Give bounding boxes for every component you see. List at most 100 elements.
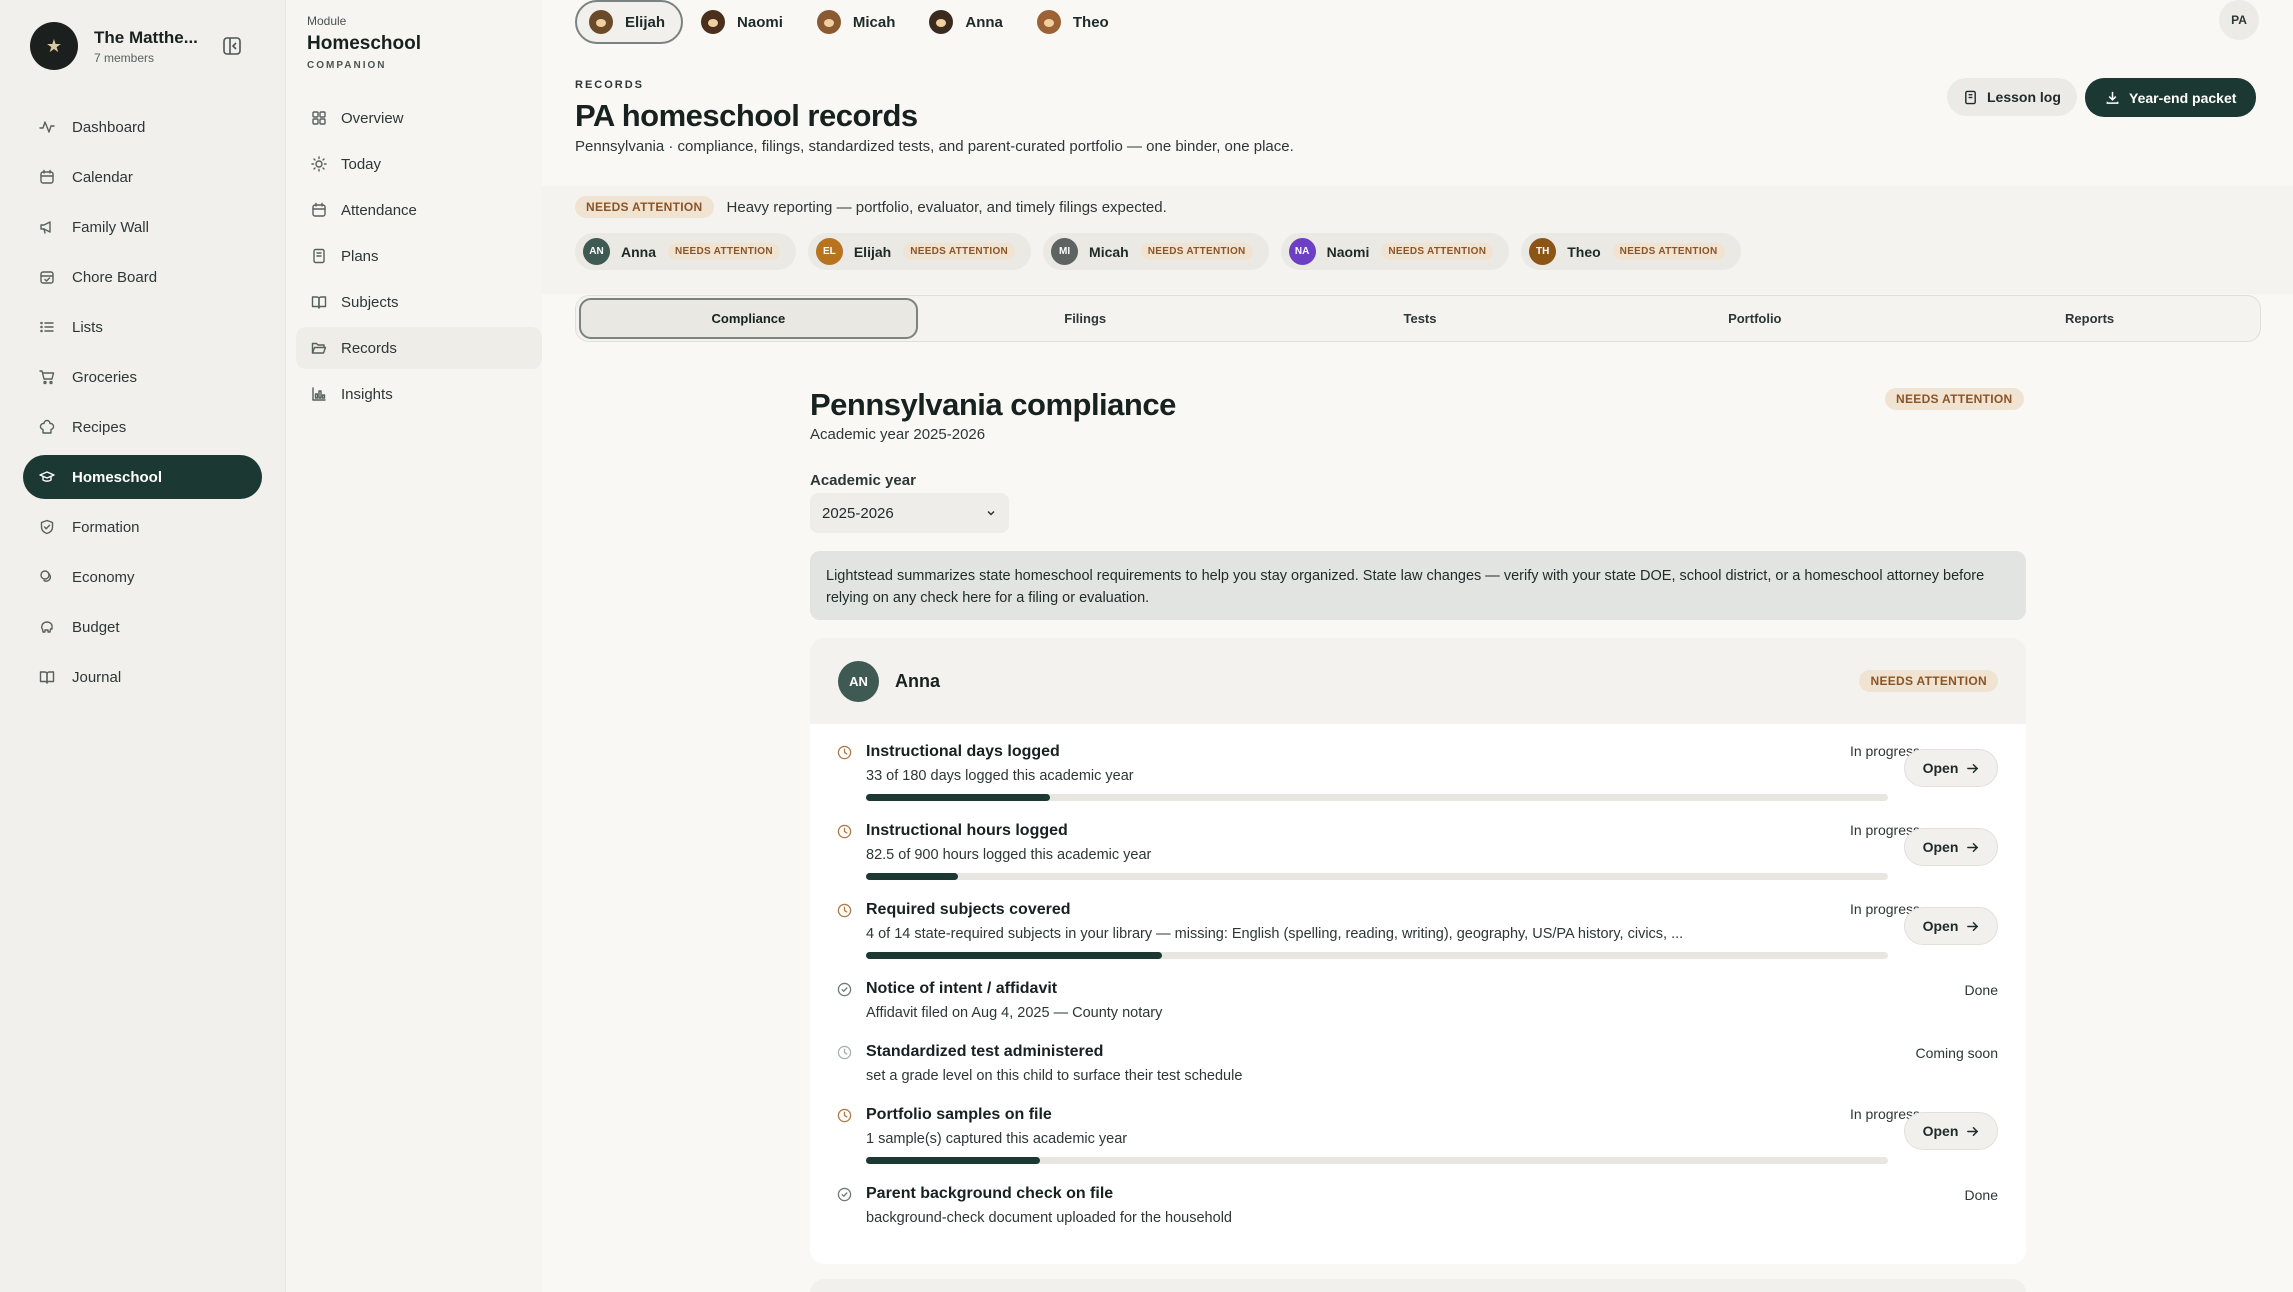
compliance-subtitle: Academic year 2025-2026 <box>810 426 986 443</box>
sidebar-item-label: Calendar <box>72 168 133 186</box>
requirement-description: 4 of 14 state-required subjects in your … <box>866 926 1684 942</box>
module-item-label: Insights <box>341 385 393 403</box>
bar-chart-icon <box>312 387 326 401</box>
requirement-description: 33 of 180 days logged this academic year <box>866 768 1134 784</box>
open-requirement-button[interactable]: Open <box>1904 828 1998 866</box>
child-tab-anna[interactable]: Anna <box>917 0 1019 44</box>
sidebar-item-homeschool[interactable]: Homeschool <box>23 455 262 499</box>
open-requirement-button[interactable]: Open <box>1904 1112 1998 1150</box>
sidebar-item-formation[interactable]: Formation <box>23 505 262 549</box>
module-item-label: Plans <box>341 247 379 265</box>
child-status-chip-micah[interactable]: MI Micah NEEDS ATTENTION <box>1043 233 1269 270</box>
child-status-chip-naomi[interactable]: NA Naomi NEEDS ATTENTION <box>1280 233 1510 270</box>
state-status-badge: NEEDS ATTENTION <box>575 196 714 218</box>
requirement-state: Coming soon <box>1915 1045 1999 1061</box>
sidebar-item-economy[interactable]: Economy <box>23 555 262 599</box>
requirement-progress-fill <box>866 873 958 880</box>
module-nav: Overview Today Attendance Plans Subjects Reco… <box>296 97 542 419</box>
requirement-state: Done <box>1964 1187 1998 1203</box>
open-label: Open <box>1922 839 1959 855</box>
child-status-chip-elijah[interactable]: EL Elijah NEEDS ATTENTION <box>807 233 1032 270</box>
requirement-description: set a grade level on this child to surfa… <box>866 1068 1243 1084</box>
arrow-right-icon <box>1967 921 1979 931</box>
module-item-label: Attendance <box>341 201 417 219</box>
module-item-attendance[interactable]: Attendance <box>296 189 542 231</box>
chef-hat-icon <box>39 419 55 434</box>
tab-filings[interactable]: Filings <box>918 298 1253 339</box>
sidebar-item-label: Budget <box>72 618 120 636</box>
open-requirement-button[interactable]: Open <box>1904 749 1998 787</box>
tab-portfolio[interactable]: Portfolio <box>1587 298 1922 339</box>
sidebar-item-dashboard[interactable]: Dashboard <box>23 105 262 149</box>
open-label: Open <box>1922 1123 1959 1139</box>
open-label: Open <box>1922 918 1959 934</box>
activity-icon <box>39 121 55 133</box>
sidebar-item-label: Chore Board <box>72 268 158 286</box>
requirement-state: Done <box>1964 982 1998 998</box>
child-initials: TH <box>1529 238 1557 265</box>
state-status-text: Heavy reporting — portfolio, evaluator, … <box>726 198 1167 216</box>
child-avatar-icon <box>816 10 841 34</box>
child-avatar-icon <box>701 10 726 34</box>
child-status-badge: NEEDS ATTENTION <box>1140 243 1253 260</box>
household-logo: ★ <box>30 22 78 70</box>
sun-icon <box>311 156 327 172</box>
year-end-packet-button[interactable]: Year-end packet <box>2085 78 2257 117</box>
sidebar-item-calendar[interactable]: Calendar <box>23 155 262 199</box>
child-tab-label: Theo <box>1072 13 1109 31</box>
child-tab-theo[interactable]: Theo <box>1025 0 1125 44</box>
page-title: PA homeschool records <box>575 98 918 133</box>
module-item-subjects[interactable]: Subjects <box>296 281 542 323</box>
page-subtitle: Pennsylvania · compliance, filings, stan… <box>575 138 1294 155</box>
requirement-progress-bar <box>866 873 1888 880</box>
module-item-today[interactable]: Today <box>296 143 542 185</box>
check-circle-icon <box>837 1187 852 1202</box>
child-tab-micah[interactable]: Micah <box>805 0 912 44</box>
sidebar-item-journal[interactable]: Journal <box>23 655 262 699</box>
module-sidebar: Module Homeschool COMPANION Overview Toda… <box>287 0 542 1292</box>
child-tab-elijah[interactable]: Elijah <box>575 0 684 44</box>
tab-compliance[interactable]: Compliance <box>579 298 918 339</box>
open-requirement-button[interactable]: Open <box>1904 907 1998 945</box>
requirement-title: Parent background check on file <box>866 1185 1114 1202</box>
child-status-chip-theo[interactable]: TH Theo NEEDS ATTENTION <box>1521 233 1741 270</box>
main-sidebar: ★ The Matthe... 7 members Dashboard Calen… <box>0 0 286 1292</box>
open-label: Open <box>1922 760 1959 776</box>
household-switcher[interactable]: ★ The Matthe... 7 members <box>30 22 202 70</box>
sidebar-item-label: Journal <box>72 668 122 686</box>
tab-tests[interactable]: Tests <box>1253 298 1588 339</box>
child-tab-naomi[interactable]: Naomi <box>689 0 799 44</box>
module-item-records[interactable]: Records <box>296 327 542 369</box>
sidebar-item-groceries[interactable]: Groceries <box>23 355 262 399</box>
sidebar-item-lists[interactable]: Lists <box>23 305 262 349</box>
sidebar-item-chore-board[interactable]: Chore Board <box>23 255 262 299</box>
module-item-plans[interactable]: Plans <box>296 235 542 277</box>
module-tag: COMPANION <box>307 60 387 71</box>
requirement-progress-bar <box>866 952 1888 959</box>
clock-icon <box>837 824 852 839</box>
sidebar-item-family-wall[interactable]: Family Wall <box>23 205 262 249</box>
sidebar-item-budget[interactable]: Budget <box>23 605 262 649</box>
user-avatar[interactable]: PA <box>2219 0 2259 40</box>
sidebar-item-label: Homeschool <box>72 468 163 486</box>
lesson-log-button[interactable]: Lesson log <box>1947 78 2077 116</box>
module-item-insights[interactable]: Insights <box>296 373 542 415</box>
requirement-progress-bar <box>866 1157 1888 1164</box>
child-status-chip-anna[interactable]: AN Anna NEEDS ATTENTION <box>575 233 796 270</box>
notebook-icon <box>1965 90 1976 104</box>
sidebar-collapse-icon[interactable] <box>222 36 242 56</box>
requirement-description: 1 sample(s) captured this academic year <box>866 1131 1128 1147</box>
sidebar-item-label: Formation <box>72 518 140 536</box>
requirement-description: 82.5 of 900 hours logged this academic y… <box>866 847 1152 863</box>
tab-reports[interactable]: Reports <box>1922 298 2257 339</box>
student-name: Anna <box>895 670 940 691</box>
module-item-overview[interactable]: Overview <box>296 97 542 139</box>
next-student-card <box>810 1279 2026 1292</box>
sidebar-item-recipes[interactable]: Recipes <box>23 405 262 449</box>
student-compliance-card: AN Anna NEEDS ATTENTION Instructional da… <box>810 638 2026 1264</box>
requirement-description: Affidavit filed on Aug 4, 2025 — County … <box>866 1005 1163 1021</box>
book-icon <box>311 296 327 309</box>
calendar-check-icon <box>40 271 54 284</box>
child-initials: AN <box>583 238 610 265</box>
academic-year-select[interactable]: 2025-2026 <box>810 493 1009 533</box>
